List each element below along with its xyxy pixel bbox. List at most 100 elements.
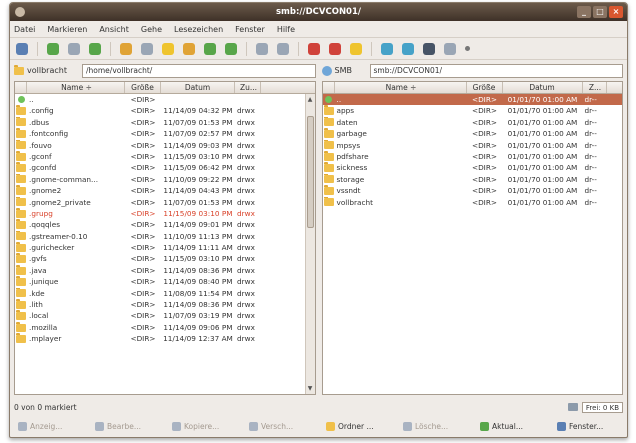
file-row[interactable]: .fouvo <DIR> 11/14/09 09:03 PM drwx — [15, 139, 315, 151]
disk-icon[interactable] — [567, 403, 578, 411]
file-row[interactable]: garbage <DIR> 01/01/70 01:00 AM dr-- — [323, 128, 623, 139]
copy-names-icon[interactable] — [162, 42, 174, 55]
refresh-button[interactable]: Aktual... — [474, 417, 548, 435]
file-row[interactable]: .local <DIR> 11/07/09 03:19 PM drwx — [15, 310, 315, 321]
file-row[interactable]: .junique <DIR> 11/14/09 08:40 PM drwx — [15, 276, 315, 287]
file-row[interactable]: .fontconfig <DIR> 11/07/09 02:57 PM drwx — [15, 128, 315, 139]
file-row[interactable]: .gnome2_private <DIR> 11/07/09 01:53 PM drw… — [15, 196, 315, 208]
header-size[interactable]: Größe — [125, 82, 161, 93]
file-date: 11/14/09 08:36 PM — [163, 300, 233, 310]
flip-panes-icon[interactable] — [225, 42, 237, 55]
maximize-icon[interactable]: □ — [593, 6, 607, 18]
left-pane-label[interactable]: vollbracht — [27, 66, 67, 75]
left-scrollbar[interactable]: ▲ ▼ — [304, 94, 315, 394]
file-row[interactable]: daten <DIR> 01/01/70 01:00 AM dr-- — [323, 116, 623, 128]
network-icon[interactable] — [381, 42, 393, 55]
menu-ansicht[interactable]: Ansicht — [99, 25, 129, 34]
menu-markieren[interactable]: Markieren — [47, 25, 87, 34]
refresh-icon[interactable] — [89, 42, 101, 55]
file-row[interactable]: .kde <DIR> 11/08/09 11:54 PM drwx — [15, 287, 315, 299]
file-row[interactable]: sickness <DIR> 01/01/70 01:00 AM dr-- — [323, 162, 623, 173]
menu-fenster[interactable]: Fenster — [235, 25, 265, 34]
file-row[interactable]: .. <DIR> 01/01/70 01:00 AM dr-- — [322, 94, 622, 106]
file-row[interactable]: storage <DIR> 01/01/70 01:00 AM dr-- — [323, 173, 623, 185]
right-file-list[interactable]: Name ÷ Größe Datum Z... .. <DIR> 01/01/70 … — [321, 81, 623, 395]
menu-gehe[interactable]: Gehe — [141, 25, 162, 34]
header-name[interactable]: Name ÷ — [27, 82, 125, 93]
display-icon[interactable] — [444, 42, 456, 55]
scroll-up-icon[interactable]: ▲ — [306, 96, 315, 103]
left-file-list[interactable]: Name ÷ Größe Datum Zu... .. <DIR> .config <… — [14, 81, 316, 395]
header-attr[interactable]: Z... — [583, 82, 607, 93]
edit-icon[interactable] — [350, 42, 362, 55]
file-row[interactable]: vssndt <DIR> 01/01/70 01:00 AM dr-- — [323, 185, 623, 196]
right-pane-label[interactable]: SMB — [335, 66, 352, 75]
header-attr[interactable]: Zu... — [235, 82, 261, 93]
stop-icon[interactable] — [141, 42, 153, 55]
file-row[interactable]: .dbus <DIR> 11/07/09 01:53 PM drwx — [15, 116, 315, 128]
file-row[interactable]: pdfshare <DIR> 01/01/70 01:00 AM dr-- — [323, 150, 623, 162]
menu-lesezeichen[interactable]: Lesezeichen — [174, 25, 223, 34]
monitor-icon[interactable] — [423, 42, 435, 55]
header-name[interactable]: Name ÷ — [335, 82, 467, 93]
file-row[interactable]: .lith <DIR> 11/14/09 08:36 PM drwx — [15, 299, 315, 310]
favorites-icon[interactable] — [329, 42, 341, 55]
file-row[interactable]: .java <DIR> 11/14/09 08:36 PM drwx — [15, 264, 315, 276]
more-icon[interactable] — [465, 46, 470, 51]
file-attr: dr-- — [584, 163, 597, 173]
copy-path-icon[interactable] — [183, 42, 195, 55]
file-row[interactable]: .mplayer <DIR> 11/14/09 12:37 AM drwx — [15, 333, 315, 344]
file-row[interactable]: mpsys <DIR> 01/01/70 01:00 AM dr-- — [323, 139, 623, 151]
file-row[interactable]: .mozilla <DIR> 11/14/09 09:06 PM drwx — [15, 321, 315, 333]
file-size: <DIR> — [130, 300, 156, 310]
file-row[interactable]: .gconf <DIR> 11/15/09 03:10 PM drwx — [15, 150, 315, 162]
scroll-down-icon[interactable]: ▼ — [306, 385, 315, 392]
file-date: 01/01/70 01:00 AM — [507, 140, 578, 150]
left-path-input[interactable]: /home/vollbracht/ — [82, 63, 316, 78]
header-date[interactable]: Datum — [161, 82, 235, 93]
edit-button[interactable]: Bearbe... — [89, 417, 163, 435]
file-row[interactable]: .gvfs <DIR> 11/15/09 03:10 PM drwx — [15, 253, 315, 264]
delete-button[interactable]: Lösche... — [397, 417, 471, 435]
home-icon[interactable] — [120, 42, 132, 55]
file-row[interactable]: .gnome-comman... <DIR> 11/10/09 09:22 PM dr… — [15, 173, 315, 185]
terminal-icon[interactable] — [16, 42, 28, 55]
menu-hilfe[interactable]: Hilfe — [277, 25, 295, 34]
connect-icon[interactable] — [277, 42, 289, 55]
refresh-both-icon[interactable] — [204, 42, 216, 55]
minimize-icon[interactable]: _ — [577, 6, 591, 18]
header-size[interactable]: Größe — [467, 82, 503, 93]
file-row[interactable]: .config <DIR> 11/14/09 04:32 PM drwx — [15, 105, 315, 116]
file-row[interactable]: .grupg <DIR> 11/15/09 03:10 PM drwx — [15, 207, 315, 219]
file-row[interactable]: .qoqqles <DIR> 11/14/09 09:01 PM drwx — [15, 219, 315, 230]
file-row[interactable]: .gnome2 <DIR> 11/14/09 04:43 PM drwx — [15, 185, 315, 196]
smb-icon — [321, 65, 332, 76]
file-name: .dbus — [29, 117, 50, 127]
header-icon-column[interactable] — [15, 82, 27, 93]
file-row[interactable]: .gconfd <DIR> 11/15/09 06:42 PM drwx — [15, 162, 315, 173]
smb-icon[interactable] — [402, 42, 414, 55]
move-button[interactable]: Versch... — [243, 417, 317, 435]
file-attr: drwx — [237, 106, 255, 116]
copy-button[interactable]: Kopiere... — [166, 417, 240, 435]
search-icon[interactable] — [256, 42, 268, 55]
file-date: 11/15/09 03:10 PM — [163, 254, 233, 264]
header-icon-column[interactable] — [323, 82, 335, 93]
back-icon[interactable] — [47, 42, 59, 55]
scrollbar-thumb[interactable] — [306, 116, 314, 228]
file-row[interactable]: apps <DIR> 01/01/70 01:00 AM dr-- — [323, 105, 623, 116]
right-path-input[interactable]: smb://DCVCON01/ — [369, 63, 623, 78]
forward-icon[interactable] — [68, 42, 80, 55]
file-row[interactable]: .. <DIR> — [15, 94, 315, 105]
close-icon[interactable]: × — [609, 6, 623, 18]
header-date[interactable]: Datum — [503, 82, 583, 93]
window-button[interactable]: Fenster... — [551, 417, 625, 435]
menu-datei[interactable]: Datei — [14, 25, 35, 34]
file-attr: dr-- — [584, 117, 597, 127]
mkdir-button[interactable]: Ordner ... — [320, 417, 394, 435]
file-row[interactable]: vollbracht <DIR> 01/01/70 01:00 AM dr-- — [323, 196, 623, 208]
file-row[interactable]: .gstreamer-0.10 <DIR> 11/10/09 11:13 PM drw… — [15, 230, 315, 242]
file-row[interactable]: .gurichecker <DIR> 11/14/09 11:11 AM drwx — [15, 242, 315, 253]
bookmarks-icon[interactable] — [308, 42, 320, 55]
view-button[interactable]: Anzeig... — [12, 417, 86, 435]
